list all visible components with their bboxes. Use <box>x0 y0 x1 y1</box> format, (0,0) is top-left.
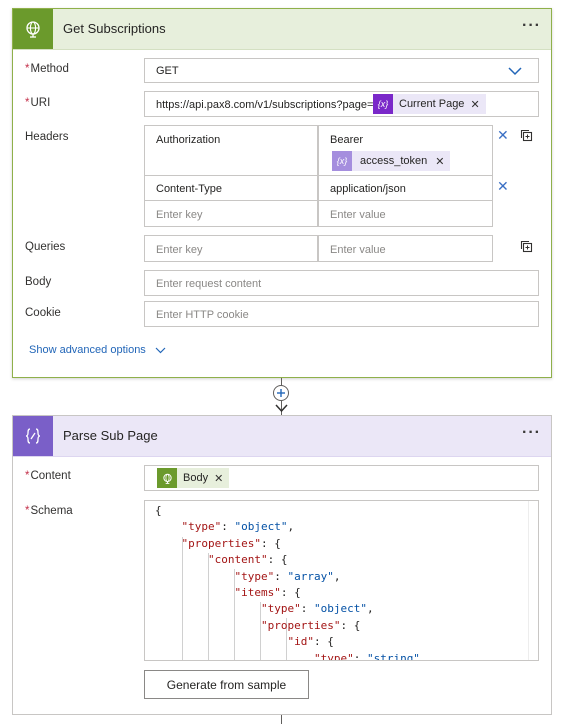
header-value-2[interactable]: application/json <box>318 175 493 201</box>
method-value: GET <box>156 65 179 77</box>
remove-token-icon[interactable]: ✕ <box>470 98 485 111</box>
scrollbar[interactable] <box>528 501 538 660</box>
more-options-icon[interactable]: ··· <box>522 17 541 35</box>
uri-field[interactable]: https://api.pax8.com/v1/subscriptions?pa… <box>144 91 539 117</box>
schema-label: *Schema <box>25 505 73 517</box>
schema-line: "type": "array", <box>234 569 341 583</box>
remove-token-icon[interactable]: ✕ <box>435 155 450 168</box>
schema-line: "items": { <box>234 586 301 600</box>
globe-icon <box>13 9 53 49</box>
schema-line: "type": "object", <box>181 520 295 534</box>
get-subscriptions-header[interactable]: Get Subscriptions ··· <box>13 9 551 50</box>
query-key[interactable]: Enter key <box>144 235 318 262</box>
content-label: *Content <box>25 470 71 482</box>
copy-icon[interactable] <box>520 240 533 253</box>
schema-line: "properties": { <box>181 536 281 550</box>
schema-line: "properties": { <box>260 618 361 632</box>
header-key-2[interactable]: Content-Type <box>144 175 318 201</box>
parse-sub-page-card: Parse Sub Page ··· *Content Body ✕ *Sche… <box>12 415 552 715</box>
fx-icon: {x} <box>332 151 352 171</box>
schema-line: { <box>155 504 162 517</box>
body-label: Body <box>25 276 52 288</box>
header-value-1[interactable]: Bearer {x} access_token ✕ <box>318 125 493 176</box>
add-step-icon[interactable] <box>273 385 289 401</box>
queries-label: Queries <box>25 241 66 253</box>
cookie-label: Cookie <box>25 307 61 319</box>
show-advanced-options-link[interactable]: Show advanced options <box>29 344 166 356</box>
card-title: Parse Sub Page <box>63 428 158 443</box>
schema-line: "content": { <box>207 553 288 567</box>
arrow-down-icon <box>275 404 288 413</box>
uri-value: https://api.pax8.com/v1/subscriptions?pa… <box>156 99 374 111</box>
headers-label: Headers <box>25 131 69 143</box>
schema-line: "id": { <box>287 635 334 649</box>
current-page-token[interactable]: {x} Current Page ✕ <box>373 94 486 114</box>
remove-token-icon[interactable]: ✕ <box>214 472 229 485</box>
get-subscriptions-card: Get Subscriptions ··· *Method GET *URI h… <box>12 8 552 378</box>
schema-code: { "type": "object", "properties": { "con… <box>155 503 420 661</box>
schema-line: "type": "string" <box>313 651 420 661</box>
chevron-down-icon <box>508 67 522 76</box>
schema-editor[interactable]: { "type": "object", "properties": { "con… <box>144 500 539 661</box>
header-key-1[interactable]: Authorization <box>144 125 318 176</box>
schema-line: "type": "object", <box>260 602 374 616</box>
generate-from-sample-button[interactable]: Generate from sample <box>144 670 309 699</box>
delete-header-icon[interactable]: ✕ <box>497 128 509 142</box>
globe-icon <box>157 468 177 488</box>
body-token[interactable]: Body ✕ <box>157 468 230 488</box>
method-select[interactable]: GET <box>144 58 539 83</box>
cookie-field[interactable]: Enter HTTP cookie <box>144 301 539 327</box>
braces-icon <box>13 416 53 456</box>
fx-icon: {x} <box>373 94 393 114</box>
header-value-new[interactable]: Enter value <box>318 200 493 227</box>
uri-label: *URI <box>25 97 51 109</box>
delete-header-icon[interactable]: ✕ <box>497 179 509 193</box>
connector-line <box>281 715 282 724</box>
more-options-icon[interactable]: ··· <box>522 424 541 442</box>
card-title: Get Subscriptions <box>63 21 166 36</box>
query-value[interactable]: Enter value <box>318 235 493 262</box>
copy-icon[interactable] <box>520 129 533 142</box>
method-label: *Method <box>25 63 69 75</box>
body-field[interactable]: Enter request content <box>144 270 539 296</box>
content-field[interactable]: Body ✕ <box>144 465 539 491</box>
parse-sub-page-header[interactable]: Parse Sub Page ··· <box>13 416 551 457</box>
chevron-down-icon <box>155 347 166 353</box>
access-token-token[interactable]: {x} access_token ✕ <box>332 151 451 171</box>
header-key-new[interactable]: Enter key <box>144 200 318 227</box>
